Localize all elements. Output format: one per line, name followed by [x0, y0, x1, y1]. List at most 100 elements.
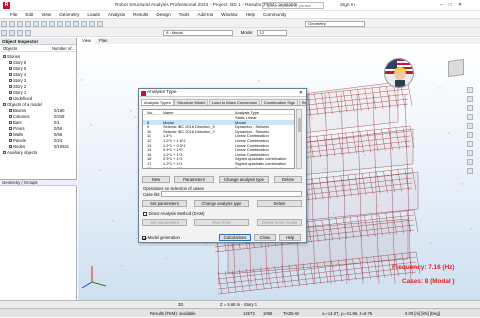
expand-icon[interactable] [9, 97, 12, 101]
view-cube[interactable] [448, 58, 464, 78]
window-controls[interactable]: –□✕ [440, 2, 468, 8]
expand-icon[interactable] [9, 115, 12, 119]
menu-item-analysis[interactable]: Analysis [108, 11, 125, 19]
tree-item[interactable]: Story 5 [9, 66, 26, 71]
tool-1-icon[interactable] [467, 87, 473, 93]
mode-combo[interactable]: 12 [256, 29, 287, 36]
tree-item[interactable]: Beams [9, 108, 26, 113]
geometry-groups-tabs[interactable]: Geometry | Groups [0, 179, 77, 186]
expand-icon[interactable] [9, 127, 12, 131]
parameters-button[interactable]: Parameters [174, 176, 214, 183]
tree-item[interactable]: Walls [9, 132, 23, 137]
model-generation-option[interactable]: Model generation [142, 235, 180, 240]
tree-item[interactable]: Story 6 [9, 60, 26, 65]
expand-icon[interactable] [9, 133, 12, 137]
undo-icon[interactable] [33, 20, 39, 27]
tree-item[interactable]: Story 4 [9, 72, 26, 77]
menu-item-view[interactable]: View [41, 11, 51, 19]
tree-item[interactable]: Objects of a model [3, 102, 42, 107]
menu-item-help[interactable]: Help [246, 11, 255, 19]
menu-item-window[interactable]: Window [221, 11, 237, 19]
delete-dam-model-button[interactable]: Delete DAM model [257, 219, 302, 226]
dialog-tab-combination-sign[interactable]: Combination Sign [260, 99, 299, 105]
case-row[interactable]: 18 0.9*1 + 1*1 Signed quadratic combinatio… [143, 166, 294, 168]
expand-icon[interactable] [9, 109, 12, 113]
minimize-icon[interactable]: – [440, 2, 449, 8]
rotate-icon[interactable] [97, 20, 103, 27]
case-list-input[interactable] [161, 191, 302, 197]
close-button[interactable]: Close [254, 234, 276, 241]
menu-item-edit[interactable]: Edit [25, 11, 33, 19]
calculations-button[interactable]: Calculations [219, 234, 251, 241]
menu-item-loads[interactable]: Loads [87, 11, 100, 19]
tree-item[interactable]: Floors [9, 126, 25, 131]
tree-item[interactable]: Columns [9, 114, 30, 119]
tree-item[interactable]: Story 2 [9, 84, 26, 89]
tree-item[interactable]: Bars [9, 120, 22, 125]
tool-3-icon[interactable] [467, 105, 473, 111]
expand-icon[interactable] [3, 103, 6, 107]
delete-selection-button[interactable]: Delete [257, 200, 302, 207]
expand-icon[interactable] [9, 67, 12, 71]
dam-set-parameters-button[interactable]: Set parameters [142, 219, 187, 226]
dam-option[interactable]: Direct Analysis Method (DAM) [143, 211, 204, 216]
menu-item-design[interactable]: Design [156, 11, 170, 19]
tool-4-icon[interactable] [467, 114, 473, 120]
pan-icon[interactable] [89, 20, 95, 27]
scroll-thumb[interactable] [298, 118, 301, 132]
app-logo-icon[interactable]: R [3, 2, 10, 9]
menu-item-geometry[interactable]: Geometry [59, 11, 79, 19]
layout-combo[interactable]: Geometry [305, 20, 366, 27]
node-icon[interactable] [1, 29, 7, 36]
zoom-icon[interactable] [81, 20, 87, 27]
close-icon[interactable]: ✕ [458, 2, 468, 8]
menu-item-community[interactable]: Community [263, 11, 286, 19]
expand-icon[interactable] [9, 61, 12, 65]
menu-item-results[interactable]: Results [133, 11, 148, 19]
expand-icon[interactable] [3, 151, 6, 155]
tool-10-icon[interactable] [467, 168, 473, 174]
case-combo[interactable]: 8 : Modal [163, 29, 234, 36]
tree-item[interactable]: Auxiliary objects [3, 150, 37, 155]
dam-checkbox[interactable] [143, 211, 147, 216]
expand-icon[interactable] [9, 91, 12, 95]
support-icon[interactable] [17, 29, 23, 36]
expand-icon[interactable] [9, 121, 12, 125]
run-dam-button[interactable]: Run DAM [194, 219, 249, 226]
change-analysis-type-selection-button[interactable]: Change analysis type [194, 200, 249, 207]
tool-5-icon[interactable] [467, 123, 473, 129]
dialog-close-icon[interactable]: ✕ [299, 89, 303, 97]
dialog-tab-analysis-types[interactable]: Analysis Types [141, 99, 174, 105]
tree-item[interactable]: Nodes [9, 144, 25, 149]
tool-9-icon[interactable] [467, 159, 473, 165]
tree-item[interactable]: Stories [3, 54, 20, 59]
select-icon[interactable] [49, 20, 55, 27]
model-generation-checkbox[interactable] [142, 235, 146, 240]
tree-item[interactable]: Story 3 [9, 78, 26, 83]
help-button[interactable]: Help [279, 234, 301, 241]
dialog-tab-result[interactable]: Result [298, 99, 306, 105]
change-analysis-type-button[interactable]: Change analysis type [219, 176, 269, 183]
delete-button[interactable]: Delete [274, 176, 302, 183]
new-file-icon[interactable] [1, 20, 7, 27]
menu-item-file[interactable]: File [10, 11, 17, 19]
open-file-icon[interactable] [9, 20, 15, 27]
new-button[interactable]: New [142, 176, 170, 183]
expand-icon[interactable] [9, 73, 12, 77]
print-icon[interactable] [25, 20, 31, 27]
tree-item[interactable]: Panels [9, 138, 26, 143]
menu-item-add-ins[interactable]: Add-Ins [197, 11, 213, 19]
tool-2-icon[interactable] [467, 96, 473, 102]
set-parameters-button[interactable]: Set parameters [142, 200, 187, 207]
list-scrollbar[interactable] [296, 109, 302, 169]
expand-icon[interactable] [3, 55, 6, 59]
redo-icon[interactable] [41, 20, 47, 27]
case-list[interactable]: No. Name Analysis Type Static Linear 8 Mod… [142, 109, 295, 169]
sign-in-link[interactable]: Sign In [340, 3, 355, 8]
tool-8-icon[interactable] [467, 150, 473, 156]
display-icon[interactable] [73, 20, 79, 27]
properties-icon[interactable] [57, 20, 63, 27]
tree-item[interactable]: Story 1 [9, 90, 26, 95]
tool-7-icon[interactable] [467, 141, 473, 147]
expand-icon[interactable] [9, 85, 12, 89]
